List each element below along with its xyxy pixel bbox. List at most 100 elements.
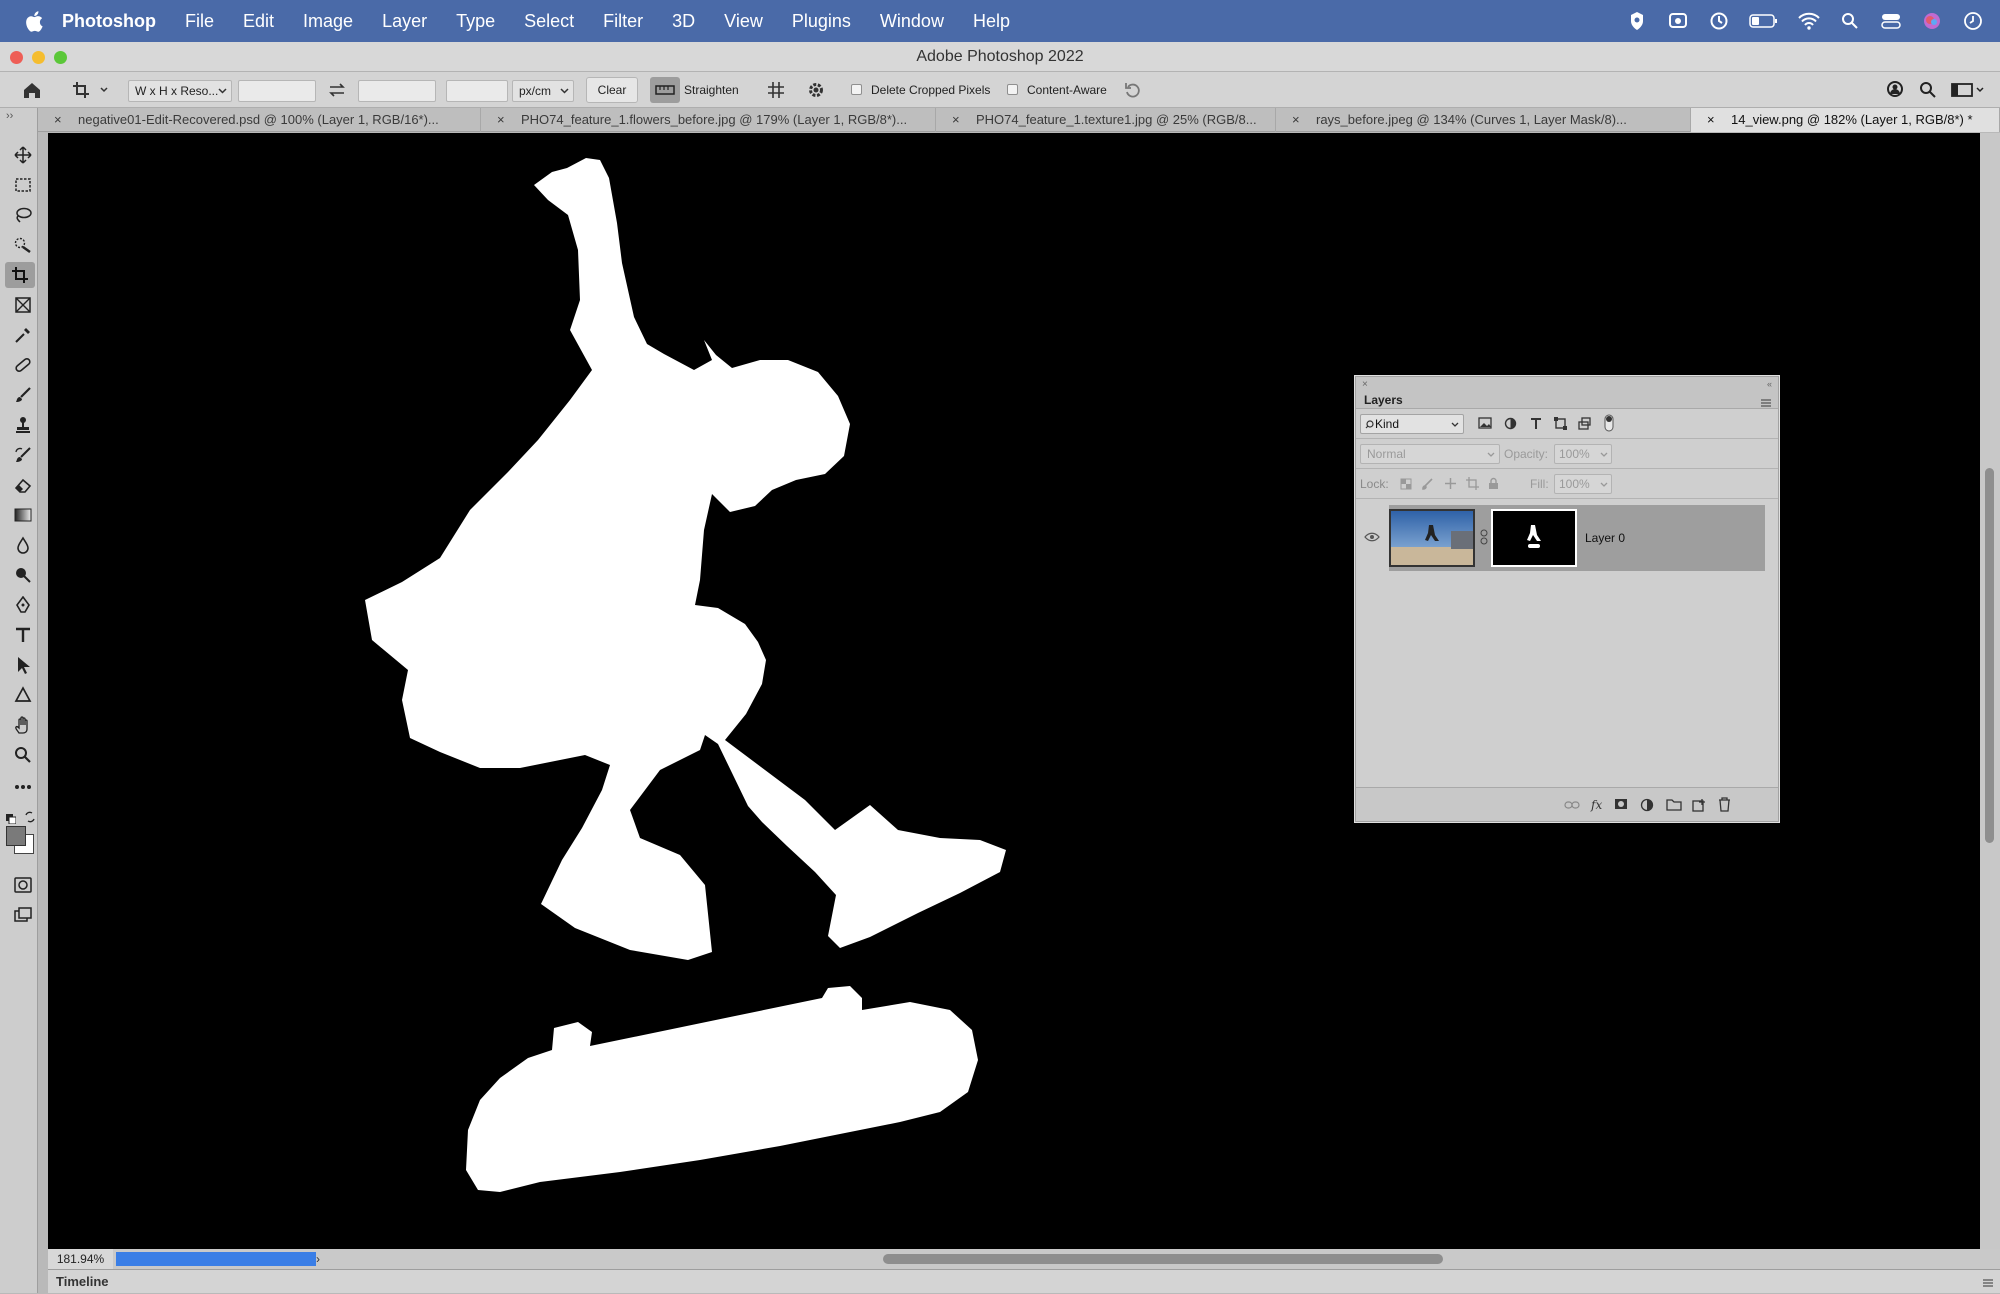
close-tab-icon[interactable]: × <box>1707 108 1721 132</box>
status-info-bar[interactable] <box>116 1252 316 1266</box>
menu-filter[interactable]: Filter <box>603 11 643 32</box>
screen-mode-icon[interactable] <box>9 902 37 928</box>
menu-select[interactable]: Select <box>524 11 574 32</box>
overlay-grid-icon[interactable] <box>762 78 790 102</box>
crop-preset-icon[interactable] <box>68 78 112 102</box>
zoom-icon[interactable] <box>9 742 37 768</box>
layer-name[interactable]: Layer 0 <box>1585 531 1625 545</box>
link-layers-icon[interactable] <box>1564 799 1580 811</box>
lock-pixels-icon[interactable] <box>1422 478 1434 490</box>
document-tab[interactable]: × negative01-Edit-Recovered.psd @ 100% (L… <box>38 108 481 132</box>
foreground-color-swatch[interactable] <box>6 826 26 846</box>
ratio-select[interactable]: W x H x Reso... <box>128 80 232 102</box>
document-tab-active[interactable]: × 14_view.png @ 182% (Layer 1, RGB/8*) * <box>1691 108 2000 132</box>
delete-layer-trash-icon[interactable] <box>1718 797 1731 812</box>
resolution-input[interactable] <box>446 80 508 102</box>
menu-layer[interactable]: Layer <box>382 11 427 32</box>
filter-smart-object-icon[interactable] <box>1578 417 1591 430</box>
content-aware-checkbox[interactable] <box>1007 84 1018 95</box>
filter-toggle-icon[interactable] <box>1604 414 1614 432</box>
menu-plugins[interactable]: Plugins <box>792 11 851 32</box>
filter-adjustment-icon[interactable] <box>1504 417 1517 430</box>
gradient-icon[interactable] <box>9 502 37 528</box>
timeline-menu-icon[interactable] <box>1982 1278 1994 1288</box>
search-icon[interactable] <box>1915 78 1941 102</box>
share-icon[interactable] <box>1882 78 1910 102</box>
fill-input[interactable]: 100% <box>1554 474 1612 494</box>
lock-all-icon[interactable] <box>1488 477 1499 490</box>
zoom-window-button[interactable] <box>54 51 67 64</box>
menu-image[interactable]: Image <box>303 11 353 32</box>
opacity-input[interactable]: 100% <box>1554 444 1612 464</box>
close-tab-icon[interactable]: × <box>497 108 511 132</box>
visibility-eye-icon[interactable] <box>1364 529 1380 547</box>
new-group-folder-icon[interactable] <box>1666 798 1682 811</box>
move-icon[interactable] <box>9 142 37 168</box>
lock-position-icon[interactable] <box>1444 477 1457 490</box>
crop-settings-gear-icon[interactable] <box>802 78 830 102</box>
path-select-icon[interactable] <box>9 652 37 678</box>
document-tab[interactable]: × PHO74_feature_1.texture1.jpg @ 25% (RGB… <box>936 108 1276 132</box>
expand-panel-icon[interactable]: ›› <box>6 110 13 122</box>
zoom-level[interactable]: 181.94% <box>48 1249 113 1269</box>
pen-icon[interactable] <box>9 592 37 618</box>
time-machine-icon[interactable] <box>1708 10 1730 32</box>
add-mask-icon[interactable] <box>1614 798 1628 810</box>
lock-artboard-icon[interactable] <box>1466 477 1479 490</box>
menu-window[interactable]: Window <box>880 11 944 32</box>
more-icon[interactable] <box>9 774 37 800</box>
close-tab-icon[interactable]: × <box>1292 108 1306 132</box>
brush-icon[interactable] <box>9 382 37 408</box>
eraser-icon[interactable] <box>9 472 37 498</box>
siri-icon[interactable] <box>1921 10 1943 32</box>
menu-file[interactable]: File <box>185 11 214 32</box>
close-tab-icon[interactable]: × <box>54 108 68 132</box>
width-input[interactable] <box>238 80 316 102</box>
quick-select-icon[interactable] <box>9 232 37 258</box>
document-tab[interactable]: × PHO74_feature_1.flowers_before.jpg @ 17… <box>481 108 936 132</box>
filter-kind-select[interactable]: Kind <box>1360 414 1464 434</box>
timeline-panel-tab[interactable]: Timeline <box>48 1269 2000 1293</box>
healing-icon[interactable] <box>9 352 37 378</box>
status-expand-chevron-icon[interactable]: › <box>316 1249 330 1269</box>
quick-mask-icon[interactable] <box>9 872 37 898</box>
eyedropper-icon[interactable] <box>9 322 37 348</box>
straighten-icon[interactable] <box>650 77 680 103</box>
home-icon[interactable] <box>18 78 46 102</box>
frame-icon[interactable] <box>9 292 37 318</box>
screen-mirror-icon[interactable] <box>1667 10 1689 32</box>
menu-view[interactable]: View <box>724 11 763 32</box>
wifi-icon[interactable] <box>1798 10 1820 32</box>
layer-effects-icon[interactable]: fx <box>1590 798 1606 812</box>
lasso-icon[interactable] <box>9 202 37 228</box>
location-shield-icon[interactable] <box>1626 10 1648 32</box>
crop-icon[interactable] <box>5 262 35 288</box>
history-brush-icon[interactable] <box>9 442 37 468</box>
layer-thumbnail[interactable] <box>1389 509 1475 567</box>
minimize-window-button[interactable] <box>32 51 45 64</box>
layer-row[interactable]: Layer 0 <box>1389 505 1765 571</box>
close-tab-icon[interactable]: × <box>952 108 966 132</box>
type-icon[interactable] <box>9 622 37 648</box>
new-adjustment-layer-icon[interactable] <box>1640 798 1654 812</box>
horizontal-scroll-thumb[interactable] <box>883 1254 1443 1264</box>
apple-icon[interactable] <box>20 0 48 42</box>
menu-edit[interactable]: Edit <box>243 11 274 32</box>
stamp-icon[interactable] <box>9 412 37 438</box>
spotlight-search-icon[interactable] <box>1839 10 1861 32</box>
layer-mask-thumbnail[interactable] <box>1491 509 1577 567</box>
hand-icon[interactable] <box>9 712 37 738</box>
clear-button[interactable]: Clear <box>586 77 638 103</box>
swap-dimensions-icon[interactable] <box>324 79 350 101</box>
dodge-icon[interactable] <box>9 562 37 588</box>
filter-type-icon[interactable] <box>1530 417 1542 429</box>
delete-cropped-checkbox[interactable] <box>851 84 862 95</box>
menu-type[interactable]: Type <box>456 11 495 32</box>
vertical-scroll-thumb[interactable] <box>1985 468 1994 843</box>
close-window-button[interactable] <box>10 51 23 64</box>
vertical-scrollbar[interactable] <box>1980 133 2000 1249</box>
unit-select[interactable]: px/cm <box>512 80 574 102</box>
reset-icon[interactable] <box>1120 78 1146 102</box>
blend-mode-select[interactable]: Normal <box>1360 444 1500 464</box>
filter-shape-icon[interactable] <box>1554 417 1567 430</box>
